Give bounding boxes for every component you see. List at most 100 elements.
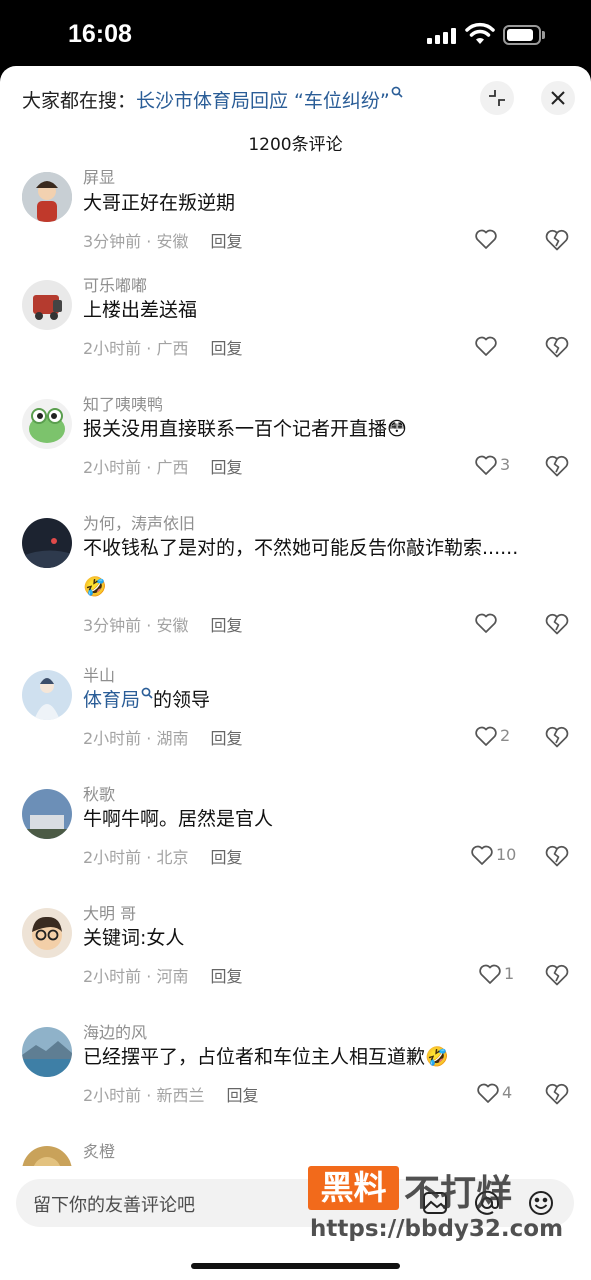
comment-text: 上楼出差送福 bbox=[83, 299, 198, 321]
reply-button[interactable]: 回复 bbox=[210, 616, 242, 635]
battery-icon bbox=[503, 25, 541, 45]
comment-region: 河南 bbox=[156, 967, 189, 986]
comment-sheet: 大家都在搜：长沙市体育局回应 “车位纠纷” 1200条评论 屏显 大哥正好在叛逆… bbox=[0, 66, 591, 1280]
reply-button[interactable]: 回复 bbox=[210, 848, 242, 867]
broken-heart-icon[interactable] bbox=[544, 227, 570, 253]
broken-heart-icon[interactable] bbox=[544, 962, 570, 988]
like-count: 3 bbox=[500, 455, 511, 474]
close-button[interactable] bbox=[541, 81, 575, 115]
comment-time: 2小时前 bbox=[83, 967, 142, 986]
like-button[interactable] bbox=[470, 610, 540, 638]
like-count: 4 bbox=[502, 1083, 513, 1102]
trending-search[interactable]: 大家都在搜：长沙市体育局回应 “车位纠纷” bbox=[22, 86, 403, 113]
comment-time: 2小时前 bbox=[83, 1086, 142, 1105]
comment-region: 安徽 bbox=[156, 232, 189, 251]
heart-icon bbox=[475, 613, 497, 633]
comment-time: 3分钟前 bbox=[83, 616, 142, 635]
like-button[interactable]: 10 bbox=[466, 842, 536, 870]
heart-icon bbox=[475, 229, 497, 249]
watermark-brand: 黑料 bbox=[308, 1166, 399, 1210]
avatar[interactable] bbox=[22, 670, 72, 720]
watermark: 黑料 不打烊 https://bbdy32.com bbox=[308, 1166, 563, 1248]
close-icon bbox=[551, 91, 565, 105]
reply-button[interactable]: 回复 bbox=[210, 458, 242, 477]
heart-icon bbox=[475, 455, 497, 475]
comment-text: 大哥正好在叛逆期 bbox=[83, 192, 236, 214]
avatar[interactable] bbox=[22, 1027, 72, 1077]
broken-heart-icon[interactable] bbox=[544, 843, 570, 869]
comment-meta: 2小时前 · 广西 回复 bbox=[83, 458, 243, 477]
broken-heart-icon[interactable] bbox=[544, 611, 570, 637]
comment-item: 可乐嘟嘟 上楼出差送福 2小时前 · 广西 回复 bbox=[0, 276, 591, 389]
comment-text: 已经摆平了，占位者和车位主人相互道歉🤣 bbox=[83, 1046, 449, 1068]
comment-meta: 2小时前 · 新西兰 回复 bbox=[83, 1086, 259, 1105]
like-button[interactable]: 1 bbox=[474, 961, 544, 989]
avatar[interactable] bbox=[22, 789, 72, 839]
like-button[interactable]: 4 bbox=[472, 1080, 542, 1108]
avatar[interactable] bbox=[22, 399, 72, 449]
heart-icon bbox=[475, 726, 497, 746]
rofl-emoji: 🤣 bbox=[83, 576, 107, 598]
comment-text: 牛啊牛啊。居然是官人 bbox=[83, 808, 274, 830]
avatar[interactable] bbox=[22, 518, 72, 568]
comment-item: 半山 体育局 的领导 2小时前 · 湖南 回复 2 bbox=[0, 666, 591, 779]
reply-button[interactable]: 回复 bbox=[226, 1086, 258, 1105]
search-icon bbox=[141, 687, 153, 699]
avatar[interactable] bbox=[22, 172, 72, 222]
wifi-icon bbox=[465, 22, 495, 44]
collapse-icon bbox=[489, 90, 505, 106]
reply-button[interactable]: 回复 bbox=[210, 729, 242, 748]
comment-text: 不收钱私了是对的，不然她可能反告你敲诈勒索...... 🤣 bbox=[83, 537, 519, 598]
watermark-url: https://bbdy32.com bbox=[310, 1216, 564, 1242]
heart-icon bbox=[479, 964, 501, 984]
comment-item: 知了咦咦鸭 报关没用直接联系一百个记者开直播😳 2小时前 · 广西 回复 3 bbox=[0, 395, 591, 508]
comment-list[interactable]: 屏显 大哥正好在叛逆期 3分钟前 · 安徽 回复 可乐嘟嘟 上楼出差送福 2小时前… bbox=[0, 170, 591, 1170]
like-count: 10 bbox=[496, 845, 517, 864]
collapse-button[interactable] bbox=[480, 81, 514, 115]
trending-search-topic[interactable]: 长沙市体育局回应 “车位纠纷” bbox=[136, 90, 390, 112]
comment-meta: 2小时前 · 湖南 回复 bbox=[83, 729, 243, 748]
reply-button[interactable]: 回复 bbox=[210, 339, 242, 358]
reply-button[interactable]: 回复 bbox=[210, 232, 242, 251]
like-button[interactable]: 2 bbox=[470, 723, 540, 751]
comment-meta: 3分钟前 · 安徽 回复 bbox=[83, 616, 243, 635]
avatar[interactable] bbox=[22, 280, 72, 330]
status-bar: 16:08 bbox=[0, 0, 591, 66]
comment-item: 海边的风 已经摆平了，占位者和车位主人相互道歉🤣 2小时前 · 新西兰 回复 4 bbox=[0, 1023, 591, 1136]
comment-meta: 3分钟前 · 安徽 回复 bbox=[83, 232, 243, 251]
broken-heart-icon[interactable] bbox=[544, 453, 570, 479]
home-indicator[interactable] bbox=[191, 1263, 400, 1269]
comment-time: 2小时前 bbox=[83, 339, 142, 358]
comment-text: 关键词:女人 bbox=[83, 927, 185, 949]
comment-region: 安徽 bbox=[156, 616, 189, 635]
like-button[interactable]: 3 bbox=[470, 452, 540, 480]
flushed-emoji: 😳 bbox=[387, 418, 407, 440]
rofl-emoji: 🤣 bbox=[425, 1046, 449, 1068]
comment-item: 屏显 大哥正好在叛逆期 3分钟前 · 安徽 回复 bbox=[0, 170, 591, 270]
comment-region: 广西 bbox=[156, 339, 189, 358]
comment-count-title: 1200条评论 bbox=[248, 135, 343, 155]
topic-link[interactable]: 体育局 bbox=[83, 689, 140, 711]
comment-time: 2小时前 bbox=[83, 458, 142, 477]
broken-heart-icon[interactable] bbox=[544, 724, 570, 750]
search-icon bbox=[391, 86, 403, 98]
like-count: 1 bbox=[504, 964, 515, 983]
comment-region: 广西 bbox=[156, 458, 189, 477]
comment-region: 北京 bbox=[156, 848, 189, 867]
heart-icon bbox=[477, 1083, 499, 1103]
comment-item: 为何，涛声依旧 不收钱私了是对的，不然她可能反告你敲诈勒索...... 🤣 3分钟… bbox=[0, 514, 591, 665]
reply-button[interactable]: 回复 bbox=[210, 967, 242, 986]
comment-item: 大明 哥 关键词:女人 2小时前 · 河南 回复 1 bbox=[0, 904, 591, 1017]
comment-time: 2小时前 bbox=[83, 848, 142, 867]
comment-input-placeholder: 留下你的友善评论吧 bbox=[33, 1195, 195, 1216]
broken-heart-icon[interactable] bbox=[544, 1081, 570, 1107]
comment-meta: 2小时前 · 北京 回复 bbox=[83, 848, 243, 867]
avatar[interactable] bbox=[22, 908, 72, 958]
trending-search-prefix: 大家都在搜： bbox=[22, 90, 137, 112]
broken-heart-icon[interactable] bbox=[544, 334, 570, 360]
like-button[interactable] bbox=[470, 226, 540, 254]
heart-icon bbox=[471, 845, 493, 865]
like-button[interactable] bbox=[470, 333, 540, 361]
username[interactable]: 炙橙 bbox=[83, 1138, 115, 1162]
comment-meta: 2小时前 · 河南 回复 bbox=[83, 967, 243, 986]
